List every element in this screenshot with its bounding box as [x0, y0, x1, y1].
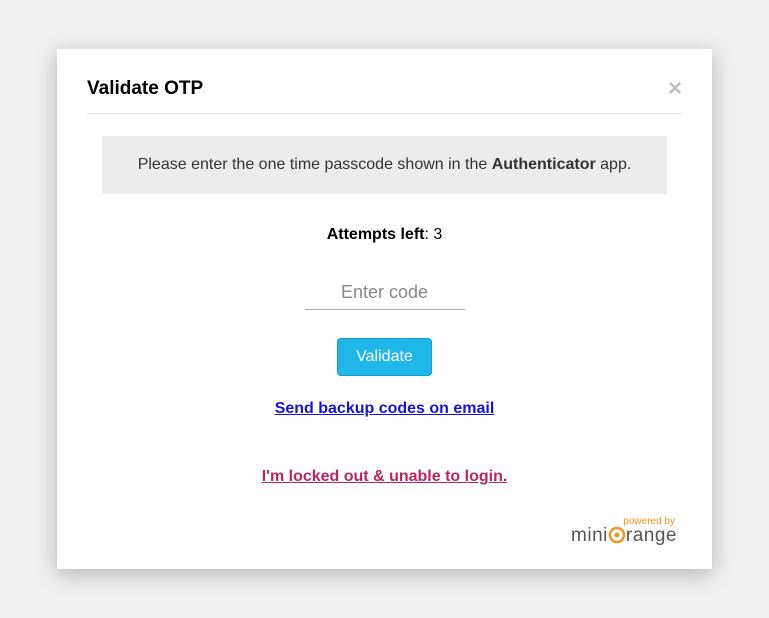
instruction-bold: Authenticator	[492, 156, 596, 173]
locked-out-link[interactable]: I'm locked out & unable to login.	[262, 468, 508, 485]
send-backup-codes-link[interactable]: Send backup codes on email	[275, 400, 495, 417]
brand-mini: mini	[571, 525, 608, 546]
brand-range: range	[626, 525, 677, 546]
otp-input[interactable]	[305, 276, 465, 310]
instruction-suffix: app.	[596, 156, 632, 173]
validate-button[interactable]: Validate	[337, 338, 432, 376]
locked-out-wrap: I'm locked out & unable to login.	[87, 468, 682, 486]
brand-o-icon	[608, 525, 626, 547]
modal-title: Validate OTP	[87, 78, 203, 100]
instruction-prefix: Please enter the one time passcode shown…	[138, 156, 492, 173]
attempts-row: Attempts left: 3	[87, 226, 682, 244]
attempts-value: 3	[433, 226, 442, 243]
backup-link-wrap: Send backup codes on email	[87, 400, 682, 418]
validate-wrap: Validate	[87, 338, 682, 376]
attempts-label: Attempts left	[327, 226, 425, 243]
otp-modal: Validate OTP × Please enter the one time…	[57, 49, 712, 569]
instruction-banner: Please enter the one time passcode shown…	[102, 136, 667, 194]
brand-logo: mini range	[571, 525, 677, 546]
close-icon[interactable]: ×	[668, 77, 682, 101]
modal-header: Validate OTP ×	[87, 77, 682, 114]
code-input-wrap	[87, 276, 682, 310]
footer: powered by minirange	[87, 516, 682, 547]
